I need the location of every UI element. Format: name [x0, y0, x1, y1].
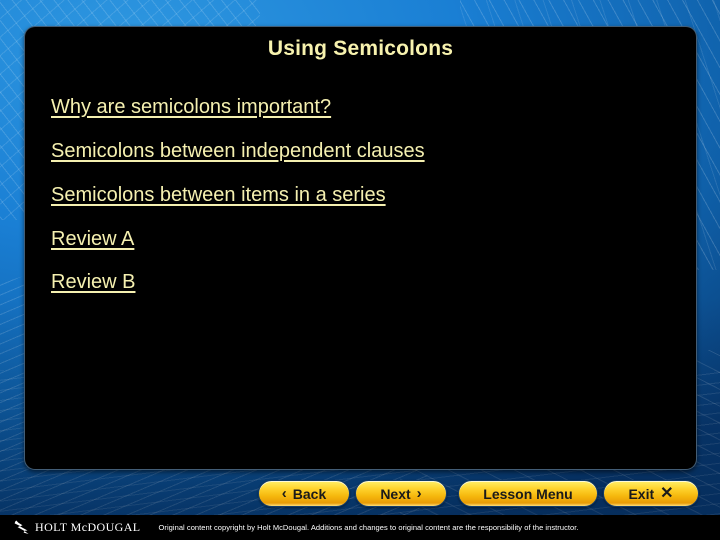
publisher-logo: HOLT McDOUGAL	[14, 520, 141, 535]
list-item: Semicolons between items in a series	[51, 173, 651, 217]
lesson-menu-button-label: Lesson Menu	[483, 485, 573, 502]
copyright-notice: Original content copyright by Holt McDou…	[158, 523, 579, 532]
list-item: Semicolons between independent clauses	[51, 129, 651, 173]
publisher-logo-text: HOLT McDOUGAL	[35, 520, 141, 534]
next-button-label: Next	[380, 485, 411, 502]
slide-link-review-a[interactable]: Review A	[51, 228, 134, 250]
slide-link-review-b[interactable]: Review B	[51, 271, 135, 293]
next-button[interactable]: Next ›	[355, 480, 447, 507]
slide-link-list: Why are semicolons important? Semicolons…	[51, 85, 651, 303]
page-title: Using Semicolons	[267, 37, 454, 60]
slide-link-semicolons-between-items-in-a-series[interactable]: Semicolons between items in a series	[51, 184, 386, 206]
chevron-right-icon: ›	[416, 485, 422, 502]
content-panel: Using Semicolons Why are semicolons impo…	[24, 26, 697, 470]
back-button-label: Back	[292, 485, 327, 502]
close-x-icon: ✕	[660, 484, 674, 502]
back-button[interactable]: ‹ Back	[258, 480, 350, 507]
list-item: Review B	[51, 260, 651, 303]
navigation-bar: ‹ Back Next › Lesson Menu Exit ✕	[0, 480, 720, 514]
holt-mcdougal-bird-logo-icon	[14, 520, 29, 534]
exit-button-label: Exit	[628, 485, 655, 502]
list-item: Review A	[51, 217, 651, 260]
lesson-menu-button[interactable]: Lesson Menu	[458, 480, 598, 507]
exit-button[interactable]: Exit ✕	[603, 480, 699, 507]
presentation-slide: Using Semicolons Why are semicolons impo…	[0, 0, 720, 540]
chevron-left-icon: ‹	[281, 485, 287, 502]
list-item: Why are semicolons important?	[51, 85, 651, 129]
slide-link-semicolons-between-independent-clauses[interactable]: Semicolons between independent clauses	[51, 140, 425, 162]
footer-bar: HOLT McDOUGAL Original content copyright…	[0, 515, 720, 540]
slide-link-why-are-semicolons-important[interactable]: Why are semicolons important?	[51, 96, 331, 118]
